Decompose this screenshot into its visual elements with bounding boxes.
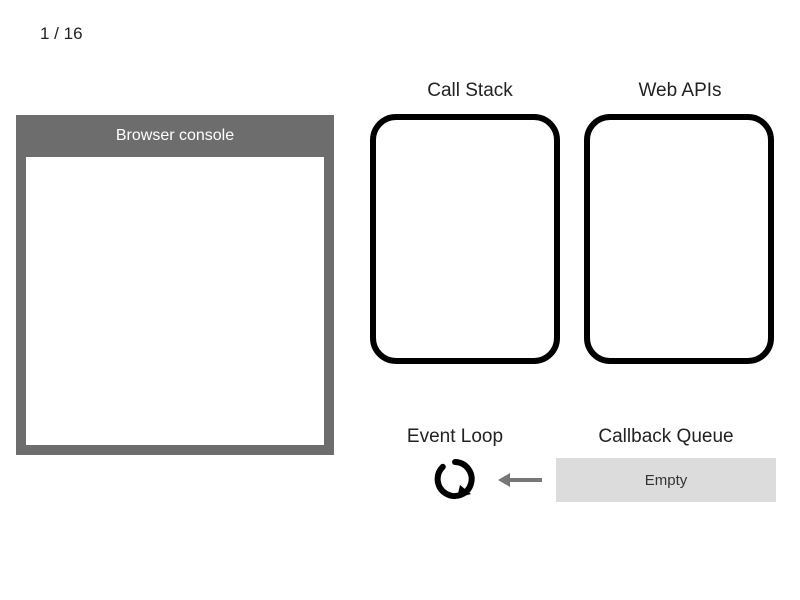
arrow-left-icon xyxy=(498,470,544,490)
web-apis-title: Web APIs xyxy=(590,80,770,102)
browser-console-output xyxy=(26,157,324,445)
step-counter: 1 / 16 xyxy=(40,24,83,44)
web-apis-box xyxy=(584,114,774,364)
callback-queue-box: Empty xyxy=(556,458,776,502)
call-stack-box xyxy=(370,114,560,364)
browser-console-panel: Browser console xyxy=(16,115,334,455)
browser-console-title: Browser console xyxy=(26,115,324,157)
loop-icon xyxy=(434,458,476,500)
callback-queue-title: Callback Queue xyxy=(556,426,776,448)
call-stack-title: Call Stack xyxy=(380,80,560,102)
callback-queue-status: Empty xyxy=(645,472,688,489)
event-loop-title: Event Loop xyxy=(380,426,530,448)
